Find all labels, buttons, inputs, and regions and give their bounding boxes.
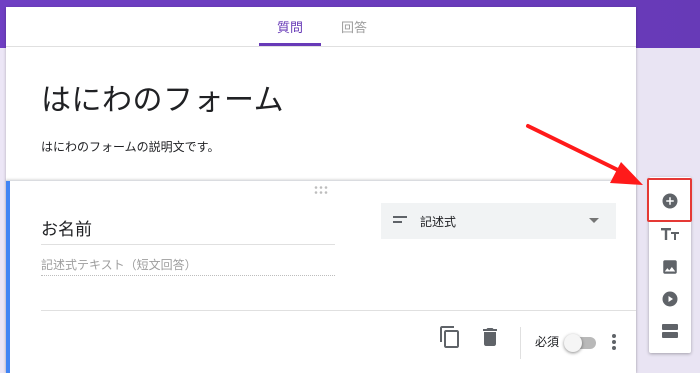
- add-image-button[interactable]: [649, 251, 691, 283]
- active-tab-indicator: [259, 43, 321, 46]
- caret-down-icon: [589, 218, 599, 223]
- tab-answers[interactable]: 回答: [341, 17, 367, 36]
- add-title-button[interactable]: [649, 218, 691, 250]
- question-type-select[interactable]: 記述式: [381, 203, 616, 239]
- image-icon: [663, 260, 677, 274]
- trash-icon[interactable]: [478, 325, 502, 349]
- copy-icon[interactable]: [438, 325, 462, 349]
- more-vert-icon[interactable]: [606, 330, 622, 354]
- add-section-button[interactable]: [649, 315, 691, 347]
- form-description[interactable]: はにわのフォームの説明文です。: [41, 138, 219, 155]
- form-title[interactable]: はにわのフォーム: [41, 75, 284, 119]
- text-title-icon: [661, 228, 679, 240]
- short-text-icon: [393, 216, 407, 223]
- highlight-box: [647, 178, 692, 222]
- footer-divider: [41, 310, 636, 311]
- question-type-label: 記述式: [420, 215, 457, 229]
- tab-bar: 質問 回答: [6, 7, 636, 47]
- question-card[interactable]: お名前 記述式テキスト（短文回答） 記述式 必須: [6, 180, 636, 373]
- add-video-button[interactable]: [649, 283, 691, 315]
- toolbar-separator: [520, 327, 521, 359]
- focus-indicator: [6, 181, 10, 373]
- video-icon: [662, 291, 678, 307]
- form-card: 質問 回答 はにわのフォーム はにわのフォームの説明文です。 お名前 記述式テキ…: [6, 7, 636, 373]
- required-label: 必須: [535, 335, 560, 349]
- answer-placeholder: 記述式テキスト（短文回答）: [41, 256, 335, 276]
- drag-handle-icon[interactable]: [313, 185, 329, 195]
- tab-questions[interactable]: 質問: [277, 17, 303, 36]
- section-icon: [662, 324, 678, 338]
- required-toggle[interactable]: [564, 334, 598, 352]
- toggle-knob: [564, 334, 582, 352]
- question-title-input[interactable]: お名前: [41, 215, 335, 245]
